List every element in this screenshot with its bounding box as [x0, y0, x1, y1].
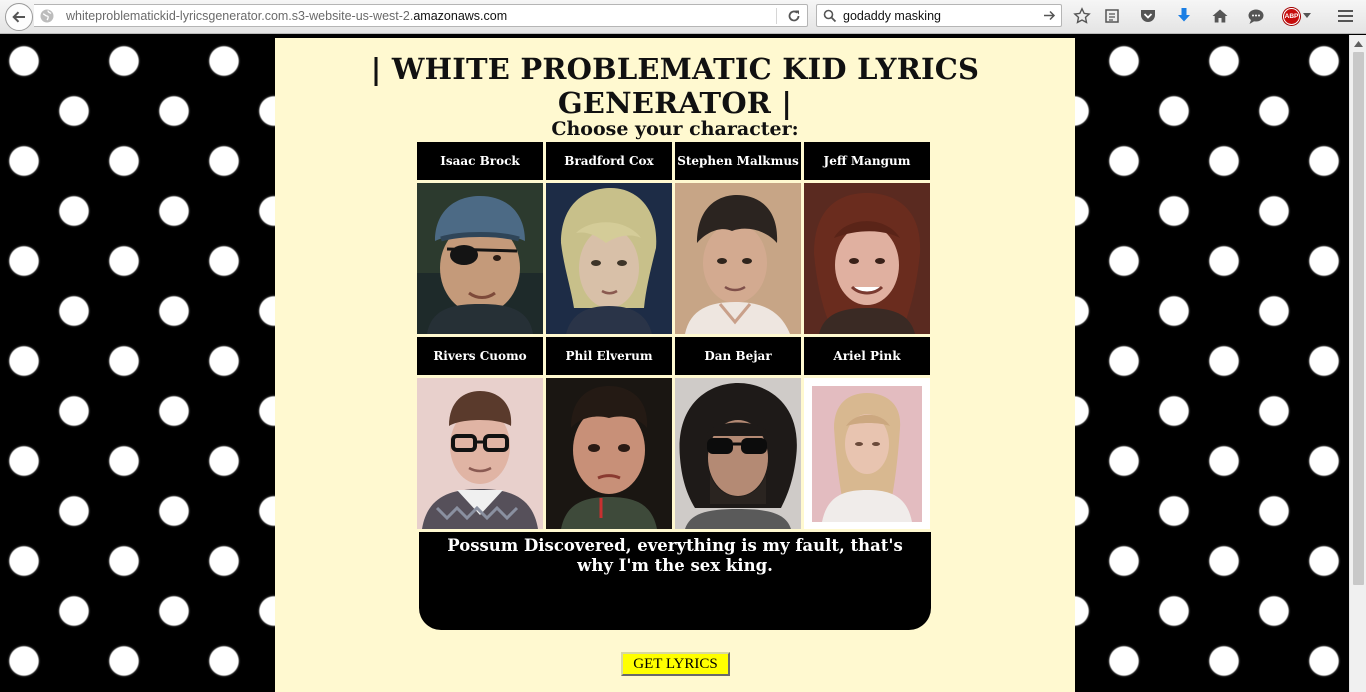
chat-button[interactable] [1245, 5, 1267, 27]
search-bar[interactable]: godaddy masking [816, 4, 1062, 27]
home-button[interactable] [1209, 5, 1231, 27]
character-name-tab[interactable]: Dan Bejar [675, 337, 801, 375]
character-photo[interactable] [546, 183, 672, 334]
character-photo[interactable] [546, 378, 672, 529]
character-name-tab[interactable]: Isaac Brock [417, 142, 543, 180]
reload-icon [788, 10, 800, 22]
character-name-tab[interactable]: Phil Elverum [546, 337, 672, 375]
address-bar[interactable]: whiteproblematickid-lyricsgenerator.com.… [34, 4, 808, 27]
page-background: | WHITE PROBLEMATIC KID LYRICS GENERATOR… [0, 35, 1349, 692]
home-icon [1212, 9, 1228, 23]
globe-icon [40, 9, 54, 23]
character-name-tab[interactable]: Jeff Mangum [804, 142, 930, 180]
character-photo[interactable] [417, 183, 543, 334]
chevron-up-icon [1354, 40, 1363, 47]
page-scrollbar[interactable] [1349, 35, 1366, 692]
character-photo[interactable] [675, 183, 801, 334]
character-name-tab[interactable]: Rivers Cuomo [417, 337, 543, 375]
reload-button[interactable] [784, 8, 804, 24]
character-photo[interactable] [417, 378, 543, 529]
url-text: whiteproblematickid-lyricsgenerator.com.… [66, 9, 507, 23]
downloads-button[interactable] [1173, 5, 1195, 27]
chat-icon [1248, 9, 1264, 24]
download-icon [1178, 8, 1190, 22]
reading-list-icon [1105, 9, 1119, 23]
back-arrow-icon [12, 11, 25, 23]
adblock-plus-button[interactable]: ABP [1281, 5, 1313, 27]
page-title: | WHITE PROBLEMATIC KID LYRICS GENERATOR… [370, 52, 980, 120]
get-lyrics-button[interactable]: GET LYRICS [621, 652, 730, 676]
pocket-icon [1141, 10, 1155, 22]
character-photo[interactable] [804, 378, 930, 529]
character-prompt: Choose your character: [551, 118, 799, 140]
browser-toolbar: whiteproblematickid-lyricsgenerator.com.… [0, 0, 1366, 34]
lyrics-output: Possum Discovered, everything is my faul… [419, 532, 931, 630]
star-icon [1073, 7, 1091, 24]
search-input[interactable]: godaddy masking [843, 9, 941, 23]
url-separator [776, 8, 777, 24]
character-photo[interactable] [675, 378, 801, 529]
menu-button[interactable] [1334, 5, 1356, 27]
url-domain: amazonaws.com [413, 9, 508, 23]
character-name-tab[interactable]: Bradford Cox [546, 142, 672, 180]
chevron-down-icon [1303, 13, 1311, 18]
scroll-up-button[interactable] [1350, 35, 1366, 52]
search-icon [823, 9, 837, 23]
back-button[interactable] [5, 3, 33, 31]
menu-icon [1337, 10, 1353, 22]
main-panel: | WHITE PROBLEMATIC KID LYRICS GENERATOR… [275, 38, 1075, 692]
adblock-plus-icon: ABP [1283, 7, 1300, 25]
bookmark-star-button[interactable] [1071, 5, 1093, 27]
reading-list-button[interactable] [1101, 5, 1123, 27]
pocket-button[interactable] [1137, 5, 1159, 27]
character-name-tab[interactable]: Ariel Pink [804, 337, 930, 375]
character-name-tab[interactable]: Stephen Malkmus [675, 142, 801, 180]
scrollbar-thumb[interactable] [1353, 52, 1364, 585]
character-photo[interactable] [804, 183, 930, 334]
go-arrow-icon[interactable] [1043, 9, 1056, 22]
url-prefix: whiteproblematickid-lyricsgenerator.com.… [66, 9, 414, 23]
